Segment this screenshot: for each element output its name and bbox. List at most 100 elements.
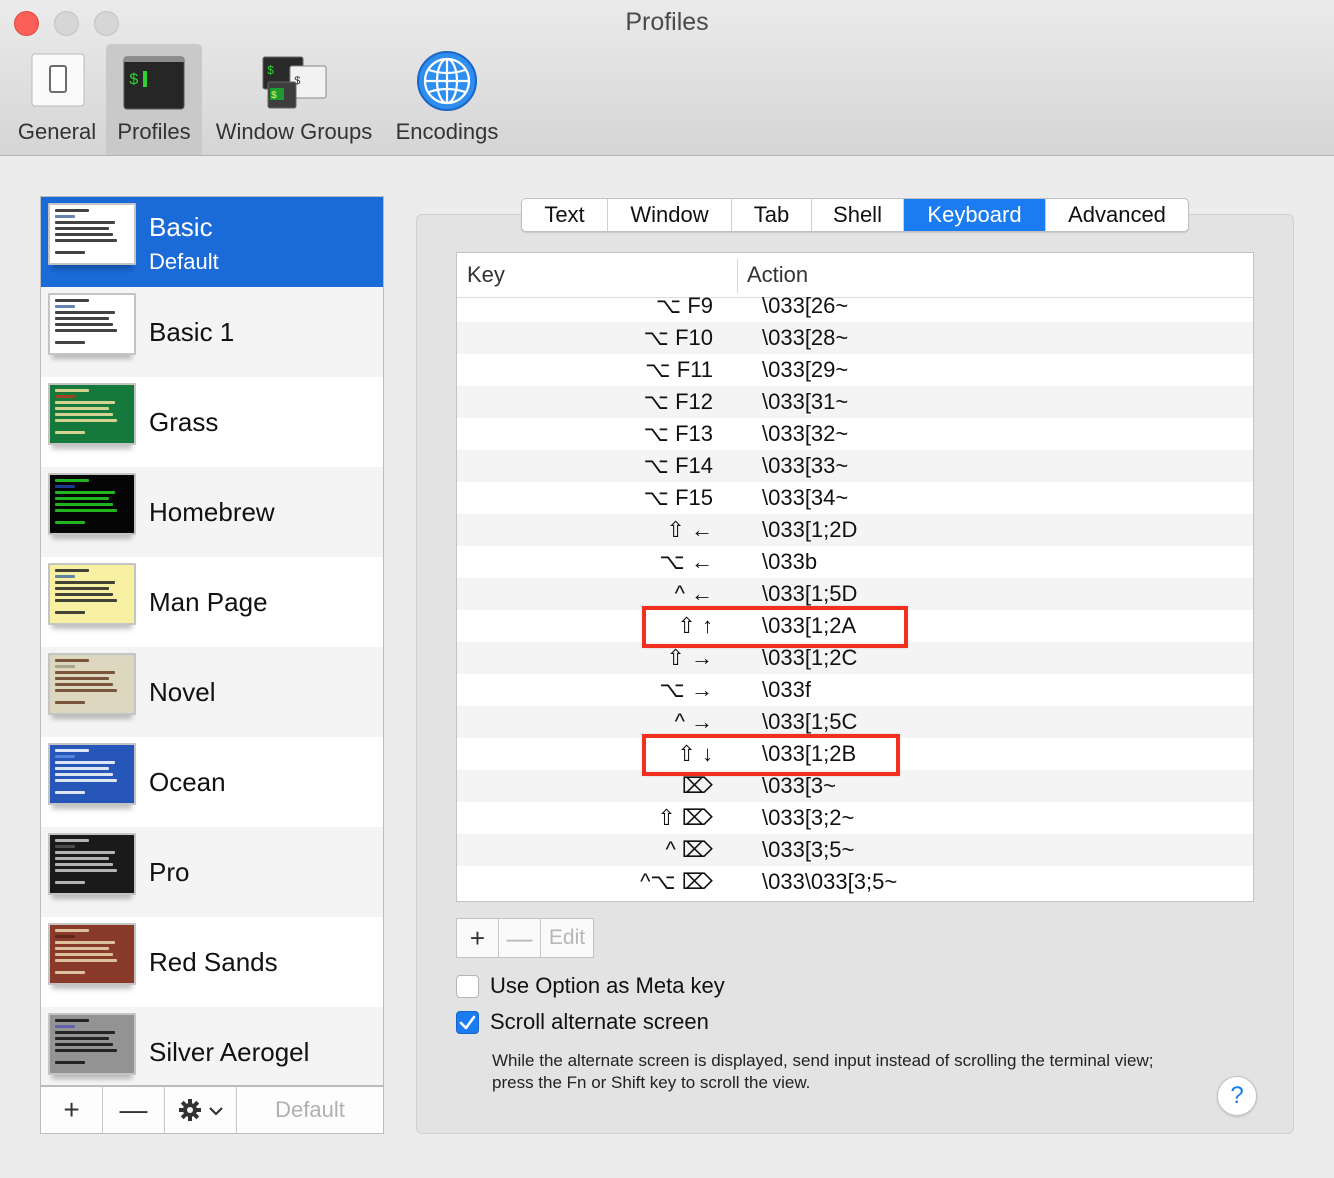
action-cell: \033f <box>762 677 811 702</box>
table-row[interactable]: ⌥ F11 \033[29~ <box>457 354 1253 386</box>
action-cell: \033[32~ <box>762 421 849 446</box>
terminal-profile-icon: $ <box>123 56 185 110</box>
toolbar-window-groups-label: Window Groups <box>215 119 373 144</box>
profile-default-label: Default <box>149 249 219 274</box>
svg-text:$: $ <box>267 64 274 78</box>
use-option-as-meta-label[interactable]: Use Option as Meta key <box>490 973 725 999</box>
tab-advanced[interactable]: Advanced <box>1046 199 1188 231</box>
toolbar-window-groups[interactable]: $ $ $ Window Groups <box>206 44 382 155</box>
profile-row[interactable]: Silver Aerogel <box>41 1007 383 1085</box>
window-groups-icon: $ $ $ <box>262 56 327 109</box>
use-option-as-meta-checkbox[interactable] <box>456 975 479 998</box>
action-cell: \033[29~ <box>762 357 849 382</box>
toolbar-encodings[interactable]: Encodings <box>386 44 508 155</box>
table-row[interactable]: ⌥ → \033f <box>457 674 1253 706</box>
profile-list[interactable]: Basic Default Basic 1 Grass Homebrew Man Page… <box>40 196 384 1086</box>
key-cell: ⌥ F14 <box>643 453 713 478</box>
profile-thumbnail <box>48 473 136 535</box>
toolbar-profiles-label: Profiles <box>117 119 191 144</box>
key-cell: ⇧ ⌦ <box>657 805 713 830</box>
profile-row[interactable]: Man Page <box>41 557 383 647</box>
settings-tabs: Text Window Tab Shell Keyboard Advanced <box>521 198 1189 232</box>
table-row[interactable]: ^⌥ ⌦ \033\033[3;5~ <box>457 866 1253 898</box>
action-cell: \033[3;5~ <box>762 837 855 862</box>
profile-row[interactable]: Basic Default <box>41 197 383 287</box>
profile-thumbnail <box>48 923 136 985</box>
profile-name: Man Page <box>149 587 268 617</box>
profile-thumbnail <box>48 833 136 895</box>
table-row[interactable]: ⌥ ← \033b <box>457 546 1253 578</box>
scroll-alternate-screen-label[interactable]: Scroll alternate screen <box>490 1009 709 1035</box>
action-cell: \033[28~ <box>762 325 849 350</box>
key-cell: ⌥ F12 <box>643 389 713 414</box>
table-row[interactable]: ⌥ F14 \033[33~ <box>457 450 1253 482</box>
tab-keyboard[interactable]: Keyboard <box>904 199 1046 231</box>
remove-key-mapping-button[interactable]: — <box>499 919 541 957</box>
column-header-key[interactable]: Key <box>467 262 505 288</box>
profile-row[interactable]: Novel <box>41 647 383 737</box>
edit-key-mapping-button[interactable]: Edit <box>541 919 593 957</box>
profile-row[interactable]: Pro <box>41 827 383 917</box>
tab-tab[interactable]: Tab <box>732 199 812 231</box>
profile-list-toolbar: + — Default <box>40 1086 384 1134</box>
table-row[interactable]: ^ ⌦ \033[3;5~ <box>457 834 1253 866</box>
chevron-down-icon <box>209 1107 223 1116</box>
profile-row[interactable]: Red Sands <box>41 917 383 1007</box>
key-mapping-table[interactable]: Key Action ⌥ F9 \033[26~ ⌥ F10 \033[28~ ⌥ F1… <box>456 252 1254 902</box>
profile-name: Novel <box>149 677 216 707</box>
add-profile-button[interactable]: + <box>41 1087 103 1133</box>
help-button[interactable]: ? <box>1217 1076 1257 1116</box>
column-header-action[interactable]: Action <box>747 262 808 288</box>
highlight-box <box>642 606 908 648</box>
scroll-alternate-screen-description: While the alternate screen is displayed,… <box>492 1051 1154 1092</box>
profile-thumbnail <box>48 653 136 715</box>
tab-text[interactable]: Text <box>522 199 608 231</box>
profile-name: Grass <box>149 407 219 437</box>
table-row[interactable]: ⇧ ← \033[1;2D <box>457 514 1253 546</box>
profile-name: Homebrew <box>149 497 275 527</box>
tab-window[interactable]: Window <box>608 199 732 231</box>
toolbar-general[interactable]: General <box>10 44 104 155</box>
table-row[interactable]: ⇧ ⌦ \033[3;2~ <box>457 802 1253 834</box>
action-cell: \033[34~ <box>762 485 849 510</box>
table-row[interactable]: ⌥ F10 \033[28~ <box>457 322 1253 354</box>
action-cell: \033[26~ <box>762 293 849 318</box>
title-bar: Profiles General $ Profiles $ $ $ Window… <box>0 0 1334 156</box>
table-row[interactable]: ⌥ F15 \033[34~ <box>457 482 1253 514</box>
key-cell: ⌥ F10 <box>643 325 713 350</box>
add-key-mapping-button[interactable]: + <box>457 919 499 957</box>
action-cell: \033[1;2D <box>762 517 858 542</box>
profile-row[interactable]: Homebrew <box>41 467 383 557</box>
key-cell: ^⌥ ⌦ <box>640 869 713 894</box>
key-cell: ⌥ ← <box>659 549 713 574</box>
toolbar-profiles[interactable]: $ Profiles <box>106 44 202 155</box>
profile-row[interactable]: Ocean <box>41 737 383 827</box>
action-cell: \033[33~ <box>762 453 849 478</box>
key-cell: ⌥ F9 <box>655 293 713 318</box>
profile-thumbnail <box>48 1013 136 1075</box>
key-cell: ⌥ F15 <box>643 485 713 510</box>
profile-row[interactable]: Basic 1 <box>41 287 383 377</box>
table-row[interactable]: ⌥ F9 \033[26~ <box>457 290 1253 322</box>
remove-profile-button[interactable]: — <box>103 1087 165 1133</box>
profile-name: Pro <box>149 857 190 887</box>
scroll-alternate-screen-checkbox[interactable] <box>456 1011 479 1034</box>
tab-shell[interactable]: Shell <box>812 199 904 231</box>
svg-text:$: $ <box>271 90 277 102</box>
action-cell: \033[31~ <box>762 389 849 414</box>
set-default-button[interactable]: Default <box>237 1087 383 1133</box>
toolbar-general-label: General <box>17 119 97 144</box>
profile-thumbnail <box>48 203 136 265</box>
table-row[interactable]: ⌥ F12 \033[31~ <box>457 386 1253 418</box>
table-row[interactable]: ⌥ F13 \033[32~ <box>457 418 1253 450</box>
toolbar-encodings-label: Encodings <box>395 119 499 144</box>
key-cell: ⌥ F13 <box>643 421 713 446</box>
profile-row[interactable]: Grass <box>41 377 383 467</box>
profile-name: Silver Aerogel <box>149 1037 310 1067</box>
key-cell: ⌥ → <box>659 677 713 702</box>
gear-icon <box>179 1099 201 1121</box>
svg-text:$: $ <box>129 71 139 89</box>
column-divider[interactable] <box>737 259 738 293</box>
table-rows: ⌥ F9 \033[26~ ⌥ F10 \033[28~ ⌥ F11 \033[29~ ⌥ … <box>457 290 1253 898</box>
profile-actions-menu-button[interactable] <box>165 1087 237 1133</box>
